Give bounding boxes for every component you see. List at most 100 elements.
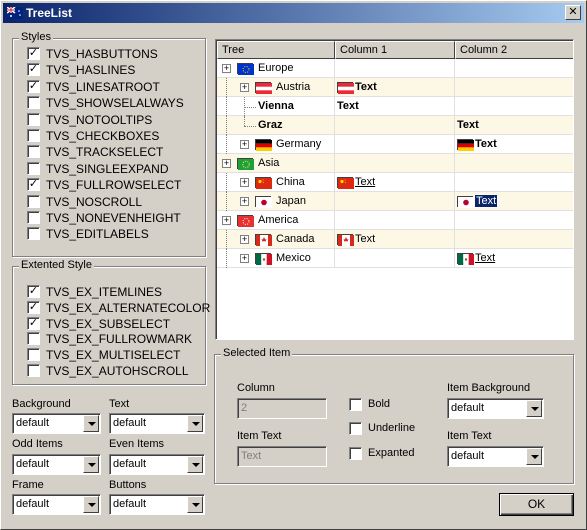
column-2-cell[interactable] (455, 97, 573, 116)
checkbox-box[interactable] (27, 129, 40, 142)
column-1-cell[interactable]: Text (335, 97, 455, 116)
tree-cell[interactable]: + Japan (217, 192, 335, 211)
checkbox-box[interactable] (27, 194, 40, 208)
expand-plus-icon[interactable]: + (240, 197, 249, 206)
column-1-cell[interactable] (335, 192, 455, 211)
checkbox-box[interactable]: ✓ (27, 79, 40, 93)
tree-row[interactable]: + Europe (217, 59, 573, 78)
checkbox-box[interactable]: ✓ (27, 316, 40, 330)
column-header-tree[interactable]: Tree (217, 41, 335, 59)
checkbox-box[interactable] (27, 348, 40, 362)
tree-row[interactable]: + Asia (217, 154, 573, 173)
checkbox-box[interactable] (27, 211, 40, 224)
tree-cell[interactable]: + Mexico (217, 249, 335, 268)
item-text-field[interactable]: Text (237, 446, 327, 467)
tree-row[interactable]: + Canada Text (217, 230, 573, 249)
expand-plus-icon[interactable]: + (240, 178, 249, 187)
title-bar[interactable]: TreeList ✕ (3, 3, 584, 23)
chevron-down-icon[interactable] (187, 496, 203, 513)
tree-cell[interactable]: + Germany (217, 135, 335, 154)
chevron-down-icon[interactable] (187, 415, 203, 432)
column-1-cell[interactable] (335, 249, 455, 268)
column-2-cell[interactable] (455, 173, 573, 192)
checkbox-box[interactable] (27, 332, 40, 346)
buttons-combo[interactable]: default (109, 494, 205, 515)
column-2-cell[interactable]: Text (455, 116, 573, 135)
chevron-down-icon[interactable] (526, 400, 542, 417)
column-2-cell[interactable]: Text (455, 192, 573, 211)
column-1-cell[interactable]: Text (335, 173, 455, 192)
close-button[interactable]: ✕ (565, 5, 581, 20)
column-2-cell[interactable] (455, 154, 573, 173)
checkbox-box[interactable] (27, 364, 40, 377)
background-combo[interactable]: default (12, 413, 101, 434)
column-2-cell[interactable]: Text (455, 135, 573, 154)
tree-row[interactable]: + America (217, 211, 573, 230)
expand-plus-icon[interactable]: + (240, 254, 249, 263)
checkbox-box[interactable]: ✓ (27, 47, 40, 60)
column-1-cell[interactable]: Text (335, 78, 455, 97)
column-1-cell[interactable] (335, 154, 455, 173)
column-header-column-1[interactable]: Column 1 (335, 41, 455, 59)
chevron-down-icon[interactable] (83, 415, 99, 432)
tree-cell[interactable]: + Asia (217, 154, 335, 173)
tree-cell[interactable]: + Canada (217, 230, 335, 249)
column-1-cell[interactable]: Text (335, 230, 455, 249)
tree-row[interactable]: Graz Text (217, 116, 573, 135)
chevron-down-icon[interactable] (83, 496, 99, 513)
expanted-checkbox-box[interactable] (349, 447, 362, 460)
chevron-down-icon[interactable] (526, 448, 542, 465)
tree-cell[interactable]: Graz (217, 116, 335, 135)
expand-plus-icon[interactable]: + (222, 159, 231, 168)
expand-plus-icon[interactable]: + (240, 235, 249, 244)
column-2-cell[interactable] (455, 230, 573, 249)
tree-cell[interactable]: Vienna (217, 97, 335, 116)
tree-row[interactable]: + Austria Text (217, 78, 573, 97)
column-header-column-2[interactable]: Column 2 (455, 41, 573, 59)
column-field[interactable]: 2 (237, 398, 327, 419)
item-text-color-combo[interactable]: default (447, 446, 544, 467)
checkbox-box[interactable]: ✓ (27, 63, 40, 77)
odd-items-combo[interactable]: default (12, 454, 101, 475)
checkbox-box[interactable]: ✓ (27, 178, 40, 192)
expand-plus-icon[interactable]: + (240, 83, 249, 92)
checkbox-box[interactable] (27, 96, 40, 110)
item-background-combo[interactable]: default (447, 398, 544, 419)
checkbox-box[interactable] (27, 161, 40, 175)
tree-cell[interactable]: + Europe (217, 59, 335, 78)
column-2-cell[interactable] (455, 211, 573, 230)
expand-plus-icon[interactable]: + (222, 216, 231, 225)
tree-row[interactable]: Vienna Text (217, 97, 573, 116)
tree-list[interactable]: Tree Column 1 Column 2 + Europe + Austria Te… (215, 39, 574, 340)
column-1-cell[interactable] (335, 135, 455, 154)
tree-row[interactable]: + China Text (217, 173, 573, 192)
chevron-down-icon[interactable] (83, 456, 99, 473)
frame-combo[interactable]: default (12, 494, 101, 515)
column-1-cell[interactable] (335, 116, 455, 135)
tree-cell[interactable]: + America (217, 211, 335, 230)
text-combo[interactable]: default (109, 413, 205, 434)
expand-plus-icon[interactable]: + (222, 64, 231, 73)
tree-cell[interactable]: + Austria (217, 78, 335, 97)
tree-row[interactable]: + Mexico Text (217, 249, 573, 268)
tree-row[interactable]: + Japan Text (217, 192, 573, 211)
checkbox-box[interactable] (27, 145, 40, 159)
chevron-down-icon[interactable] (187, 456, 203, 473)
underline-checkbox-box[interactable] (349, 422, 362, 435)
tree-cell[interactable]: + China (217, 173, 335, 192)
tree-row[interactable]: + Germany Text (217, 135, 573, 154)
column-2-cell[interactable] (455, 59, 573, 78)
tree-item-label: Mexico (276, 252, 311, 264)
checkbox-box[interactable]: ✓ (27, 285, 40, 298)
checkbox-box[interactable] (27, 227, 40, 241)
even-items-combo[interactable]: default (109, 454, 205, 475)
checkbox-box[interactable] (27, 112, 40, 126)
column-2-cell[interactable]: Text (455, 249, 573, 268)
column-2-cell[interactable] (455, 78, 573, 97)
bold-checkbox-box[interactable] (349, 398, 362, 411)
ok-button[interactable]: OK (499, 493, 574, 516)
expand-plus-icon[interactable]: + (240, 140, 249, 149)
column-1-cell[interactable] (335, 59, 455, 78)
column-1-cell[interactable] (335, 211, 455, 230)
checkbox-box[interactable]: ✓ (27, 300, 40, 314)
